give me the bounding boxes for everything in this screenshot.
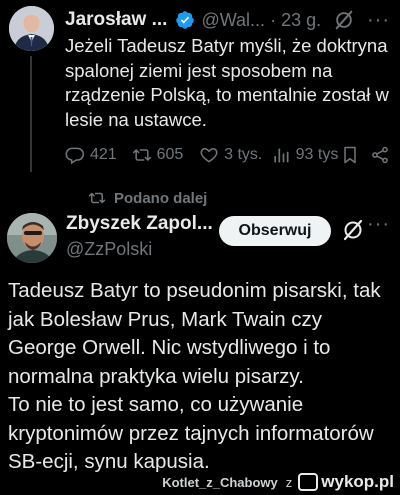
grok-icon[interactable]	[341, 218, 365, 242]
tweet-header: Jarosław ... @Wal... · 23 g. ···	[65, 8, 390, 32]
repost-icon	[132, 149, 151, 161]
verified-badge-icon	[175, 10, 195, 30]
wykop-site: wykop.pl	[321, 472, 394, 491]
reply-author-avatar[interactable]	[7, 213, 57, 263]
repost-indicator-icon	[88, 192, 106, 204]
heart-icon	[200, 147, 218, 163]
repost-count: 605	[156, 146, 184, 163]
via-label: z	[285, 474, 293, 490]
reply-tweet-header: Zbyszek Zapol... @ZzPolski Obserwuj ···	[66, 213, 390, 263]
share-button[interactable]	[370, 145, 395, 165]
wykop-watermark: Kotlet_z_Chabowy z wykop.pl	[162, 472, 394, 492]
tweet-text: Jeżeli Tadeusz Batyr myśli, że doktryna …	[65, 35, 389, 130]
reply-author-handle[interactable]: @ZzPolski	[66, 239, 152, 260]
like-count: 3 tys.	[224, 146, 263, 163]
views-button[interactable]: 93 tys	[271, 145, 341, 165]
repost-button[interactable]: 605	[132, 145, 200, 165]
reply-author-name[interactable]: Zbyszek Zapol...	[66, 213, 213, 235]
reply-count: 421	[90, 146, 117, 163]
reply-tweet-text: Tadeusz Batyr to pseudonim pisarski, tak…	[8, 277, 393, 477]
reply-button[interactable]: 421	[65, 145, 132, 165]
more-options-icon[interactable]: ···	[367, 213, 390, 236]
thread-line	[30, 56, 32, 172]
bookmark-icon	[344, 146, 356, 164]
repost-indicator[interactable]: Podano dalej	[88, 188, 207, 208]
repost-label: Podano dalej	[114, 189, 208, 207]
follow-button[interactable]: Obserwuj	[219, 216, 331, 246]
author-name[interactable]: Jarosław ...	[65, 9, 167, 31]
reply-text-content: Tadeusz Batyr to pseudonim pisarski, tak…	[8, 279, 381, 473]
tweet-actions: 421 605 3 tys. 93 tys	[65, 142, 395, 168]
grok-icon[interactable]	[333, 9, 355, 31]
tweet-time[interactable]: 23 g.	[281, 10, 321, 31]
bookmark-button[interactable]	[340, 145, 370, 165]
wykop-logo: wykop.pl	[298, 472, 394, 492]
author-avatar[interactable]	[9, 6, 54, 51]
views-chart-icon	[273, 148, 289, 163]
author-handle[interactable]: @Wal...	[201, 10, 265, 31]
like-button[interactable]: 3 tys.	[199, 145, 271, 165]
more-options-icon[interactable]: ···	[367, 9, 390, 32]
wykop-logo-icon	[298, 473, 319, 491]
original-tweet: Jarosław ... @Wal... · 23 g. ··· Jeżeli …	[0, 0, 400, 178]
share-icon	[372, 146, 388, 164]
uploader-username: Kotlet_z_Chabowy	[162, 474, 278, 490]
views-count: 93 tys	[295, 146, 339, 163]
separator-dot: ·	[270, 9, 277, 30]
reply-icon	[65, 147, 85, 165]
